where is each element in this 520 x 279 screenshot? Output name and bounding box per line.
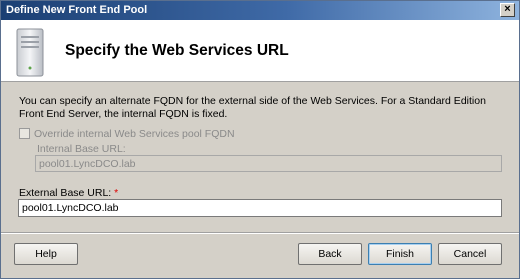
override-fqdn-option: Override internal Web Services pool FQDN <box>19 128 235 140</box>
finish-button[interactable]: Finish <box>368 243 432 265</box>
dialog-window: Define New Front End Pool × Specify the … <box>0 0 520 279</box>
server-icon <box>16 28 44 77</box>
back-button[interactable]: Back <box>298 243 362 265</box>
cancel-button[interactable]: Cancel <box>438 243 502 265</box>
external-url-input[interactable]: pool01.LyncDCO.lab <box>18 199 502 217</box>
page-title: Specify the Web Services URL <box>65 42 289 59</box>
external-url-label-text: External Base URL: <box>19 187 112 199</box>
external-url-label: External Base URL: * <box>19 187 118 199</box>
internal-url-label: Internal Base URL: <box>37 143 126 155</box>
description-text: You can specify an alternate FQDN for th… <box>19 95 486 120</box>
wizard-content: You can specify an alternate FQDN for th… <box>1 83 519 235</box>
override-fqdn-label: Override internal Web Services pool FQDN <box>34 128 235 140</box>
required-marker: * <box>114 187 119 199</box>
window-title: Define New Front End Pool <box>6 4 148 16</box>
close-button[interactable]: × <box>500 3 515 17</box>
wizard-header: Specify the Web Services URL <box>1 20 519 82</box>
close-icon: × <box>504 3 511 15</box>
help-button[interactable]: Help <box>14 243 78 265</box>
override-fqdn-checkbox <box>19 128 30 139</box>
internal-url-field: pool01.LyncDCO.lab <box>35 155 502 172</box>
button-bar: Help Back Finish Cancel <box>1 234 519 278</box>
title-bar[interactable]: Define New Front End Pool × <box>1 1 519 20</box>
